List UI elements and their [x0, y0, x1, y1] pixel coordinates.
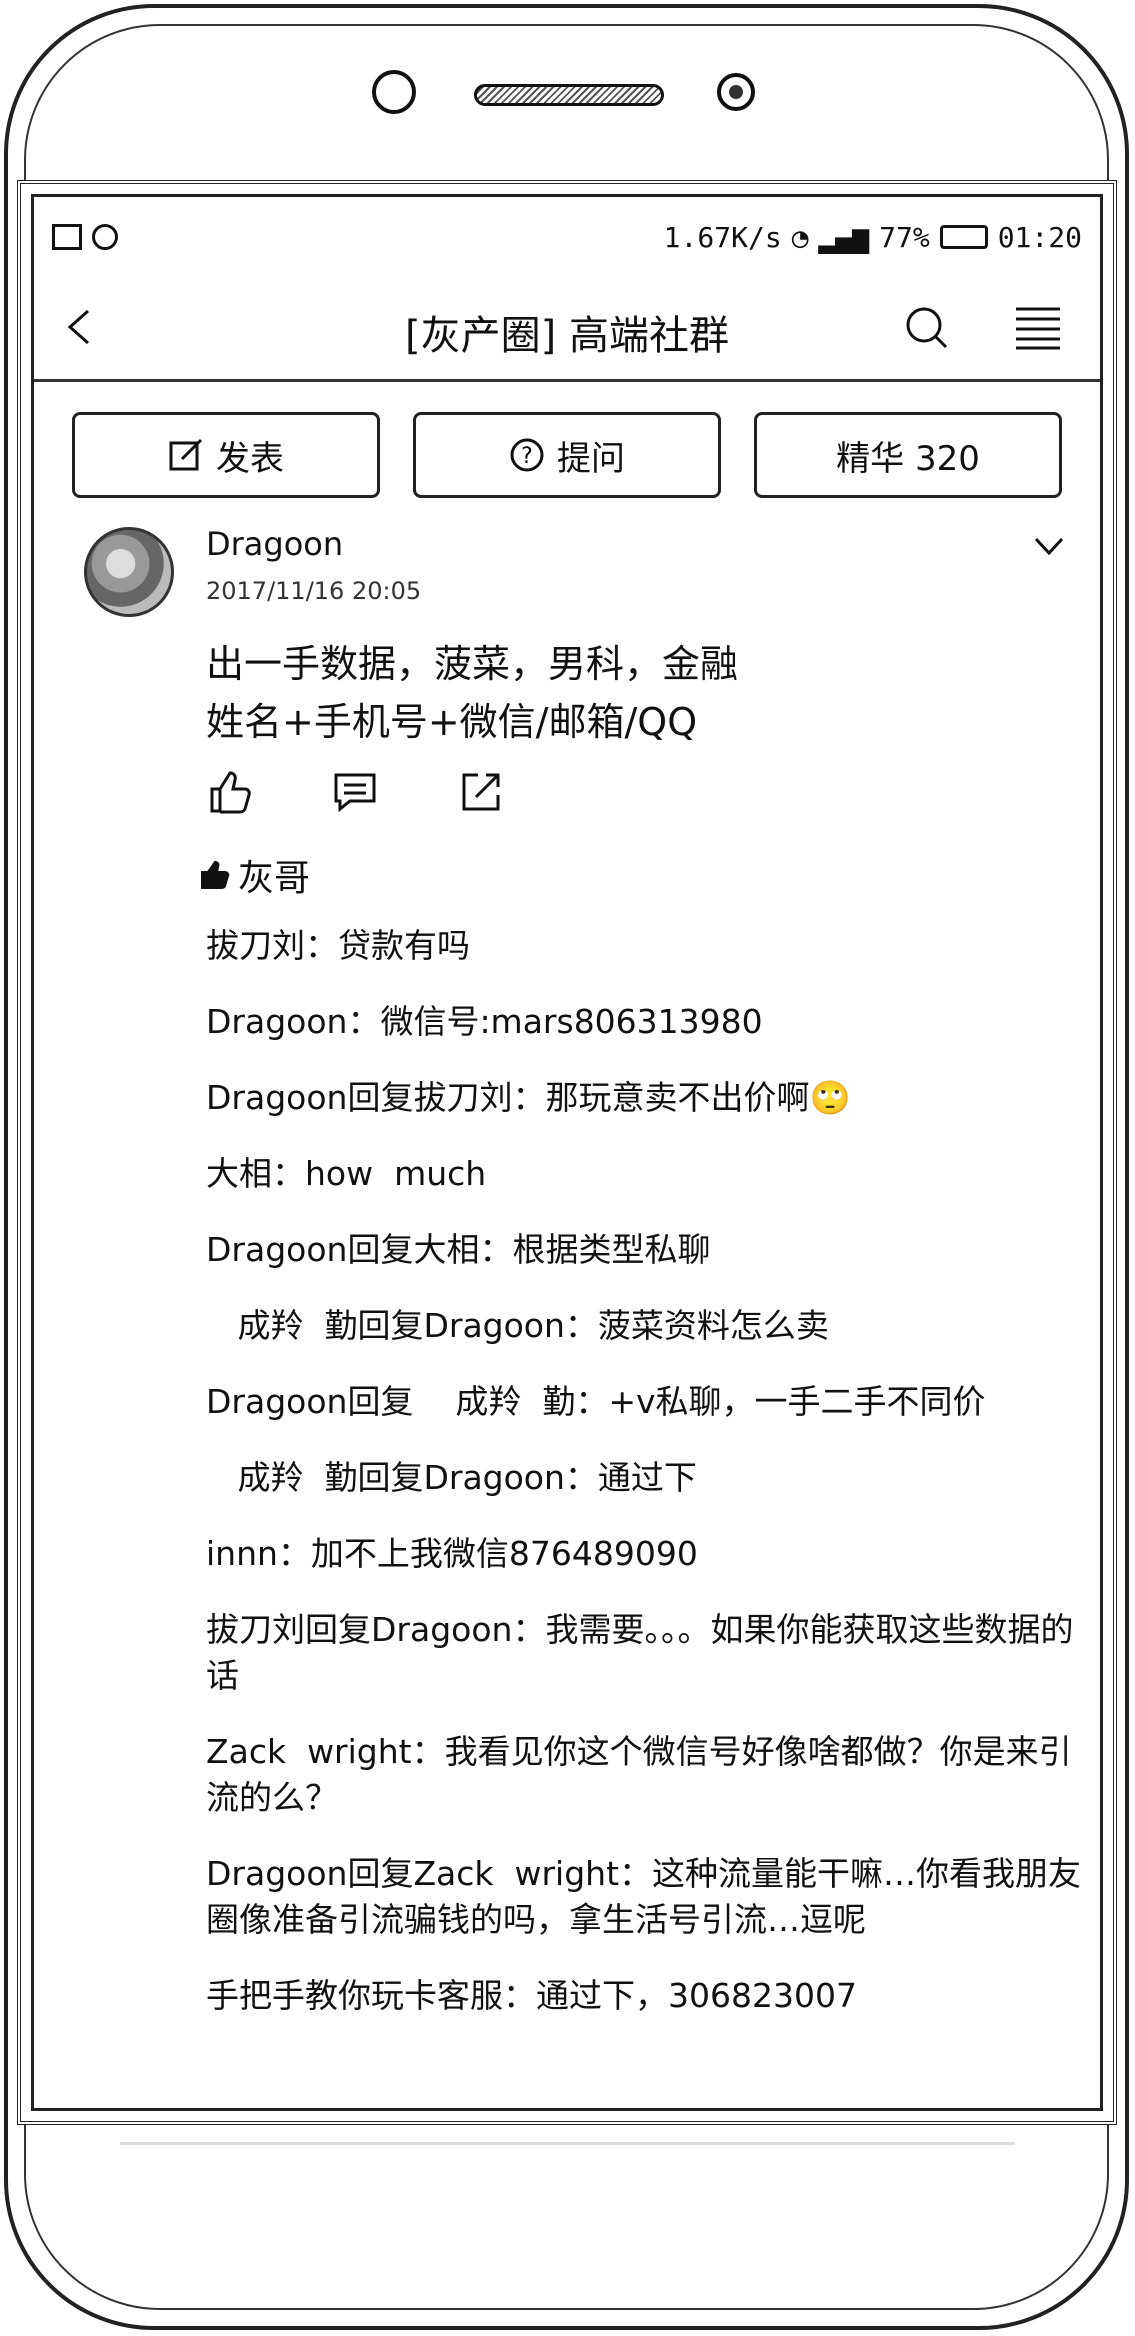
bottom-bezel-line: [120, 2142, 1015, 2145]
liked-thumbs-icon: [201, 860, 230, 889]
network-speed: 1.67K/s: [663, 220, 782, 254]
liked-by-row: 灰哥: [200, 849, 310, 901]
comment-list: 拔刀刘：贷款有吗 Dragoon：微信号:mars806313980 Drago…: [206, 923, 1086, 2049]
status-right: 1.67K/s ◔ ▂▄▆ 77% 01:20: [664, 221, 1082, 254]
status-bar: 1.67K/s ◔ ▂▄▆ 77% 01:20: [52, 217, 1082, 257]
chevron-down-icon[interactable]: [1034, 535, 1064, 559]
thumbs-up-icon[interactable]: [206, 769, 252, 815]
comment-icon[interactable]: [332, 769, 378, 815]
menu-icon[interactable]: [1014, 305, 1062, 351]
proximity-sensor: [717, 73, 755, 111]
ask-button-label: 提问: [557, 438, 625, 479]
battery-percent: 77%: [879, 220, 930, 254]
comment-item[interactable]: 手把手教你玩卡客服：通过下，306823007: [206, 1973, 1086, 2019]
comment-item[interactable]: Dragoon：微信号:mars806313980: [206, 999, 1086, 1045]
comment-item[interactable]: Zack wright：我看见你这个微信号好像啥都做？你是来引流的么？: [206, 1729, 1086, 1821]
svg-text:?: ?: [521, 444, 533, 469]
featured-button-label: 精华 320: [836, 438, 980, 479]
nav-divider: [34, 379, 1100, 382]
comment-item[interactable]: Dragoon回复大相：根据类型私聊: [206, 1227, 1086, 1273]
action-button-row: 发表 ? 提问 精华 320: [72, 412, 1062, 498]
question-icon: ?: [510, 438, 544, 472]
comment-item[interactable]: innn：加不上我微信876489090: [206, 1531, 1086, 1577]
post-button-label: 发表: [216, 438, 284, 479]
signal-icon: ▂▄▆: [818, 220, 870, 254]
liked-by-name[interactable]: 灰哥: [238, 849, 310, 901]
post-time: 2017/11/16 20:05: [206, 577, 422, 605]
screen: 1.67K/s ◔ ▂▄▆ 77% 01:20 [灰产圈] 高端社群 发表 ? …: [17, 180, 1117, 2125]
post-actions: [206, 769, 504, 815]
nav-bar: [灰产圈] 高端社群: [34, 277, 1100, 377]
post-line-2: 姓名+手机号+微信/邮箱/QQ: [206, 700, 698, 744]
comment-item[interactable]: Dragoon回复 成羚 勤：+v私聊，一手二手不同价: [206, 1379, 1086, 1425]
post-author[interactable]: Dragoon: [206, 525, 343, 563]
featured-button[interactable]: 精华 320: [754, 412, 1062, 498]
comment-item[interactable]: 拔刀刘：贷款有吗: [206, 923, 1086, 969]
share-icon[interactable]: [458, 769, 504, 815]
post-content: 出一手数据，菠菜，男科，金融 姓名+手机号+微信/邮箱/QQ: [206, 635, 738, 751]
clock: 01:20: [997, 220, 1082, 254]
comment-item[interactable]: 成羚 勤回复Dragoon：通过下: [206, 1455, 1086, 1501]
ask-button[interactable]: ? 提问: [413, 412, 721, 498]
comment-item[interactable]: Dragoon回复Zack wright：这种流量能干嘛…你看我朋友圈像准备引流…: [206, 1851, 1086, 1943]
battery-icon: [939, 225, 988, 249]
circle-notification-icon: [92, 224, 118, 250]
comment-item[interactable]: 成羚 勤回复Dragoon：菠菜资料怎么卖: [206, 1303, 1086, 1349]
comment-item[interactable]: Dragoon回复拔刀刘：那玩意卖不出价啊🙄: [206, 1075, 1086, 1121]
search-icon[interactable]: [904, 305, 948, 349]
earpiece-speaker: [474, 84, 664, 106]
comment-item[interactable]: 拔刀刘回复Dragoon：我需要。。。如果你能获取这些数据的话: [206, 1607, 1086, 1699]
post-button[interactable]: 发表: [72, 412, 380, 498]
front-camera: [372, 70, 416, 114]
image-notification-icon: [52, 224, 82, 250]
edit-icon: [169, 438, 203, 471]
wifi-icon: ◔: [791, 220, 809, 254]
post-line-1: 出一手数据，菠菜，男科，金融: [206, 642, 739, 686]
status-left: [52, 224, 118, 250]
screen-content: 1.67K/s ◔ ▂▄▆ 77% 01:20 [灰产圈] 高端社群 发表 ? …: [31, 194, 1103, 2111]
comment-item[interactable]: 大相：how much: [206, 1151, 1086, 1197]
avatar[interactable]: [84, 527, 174, 617]
